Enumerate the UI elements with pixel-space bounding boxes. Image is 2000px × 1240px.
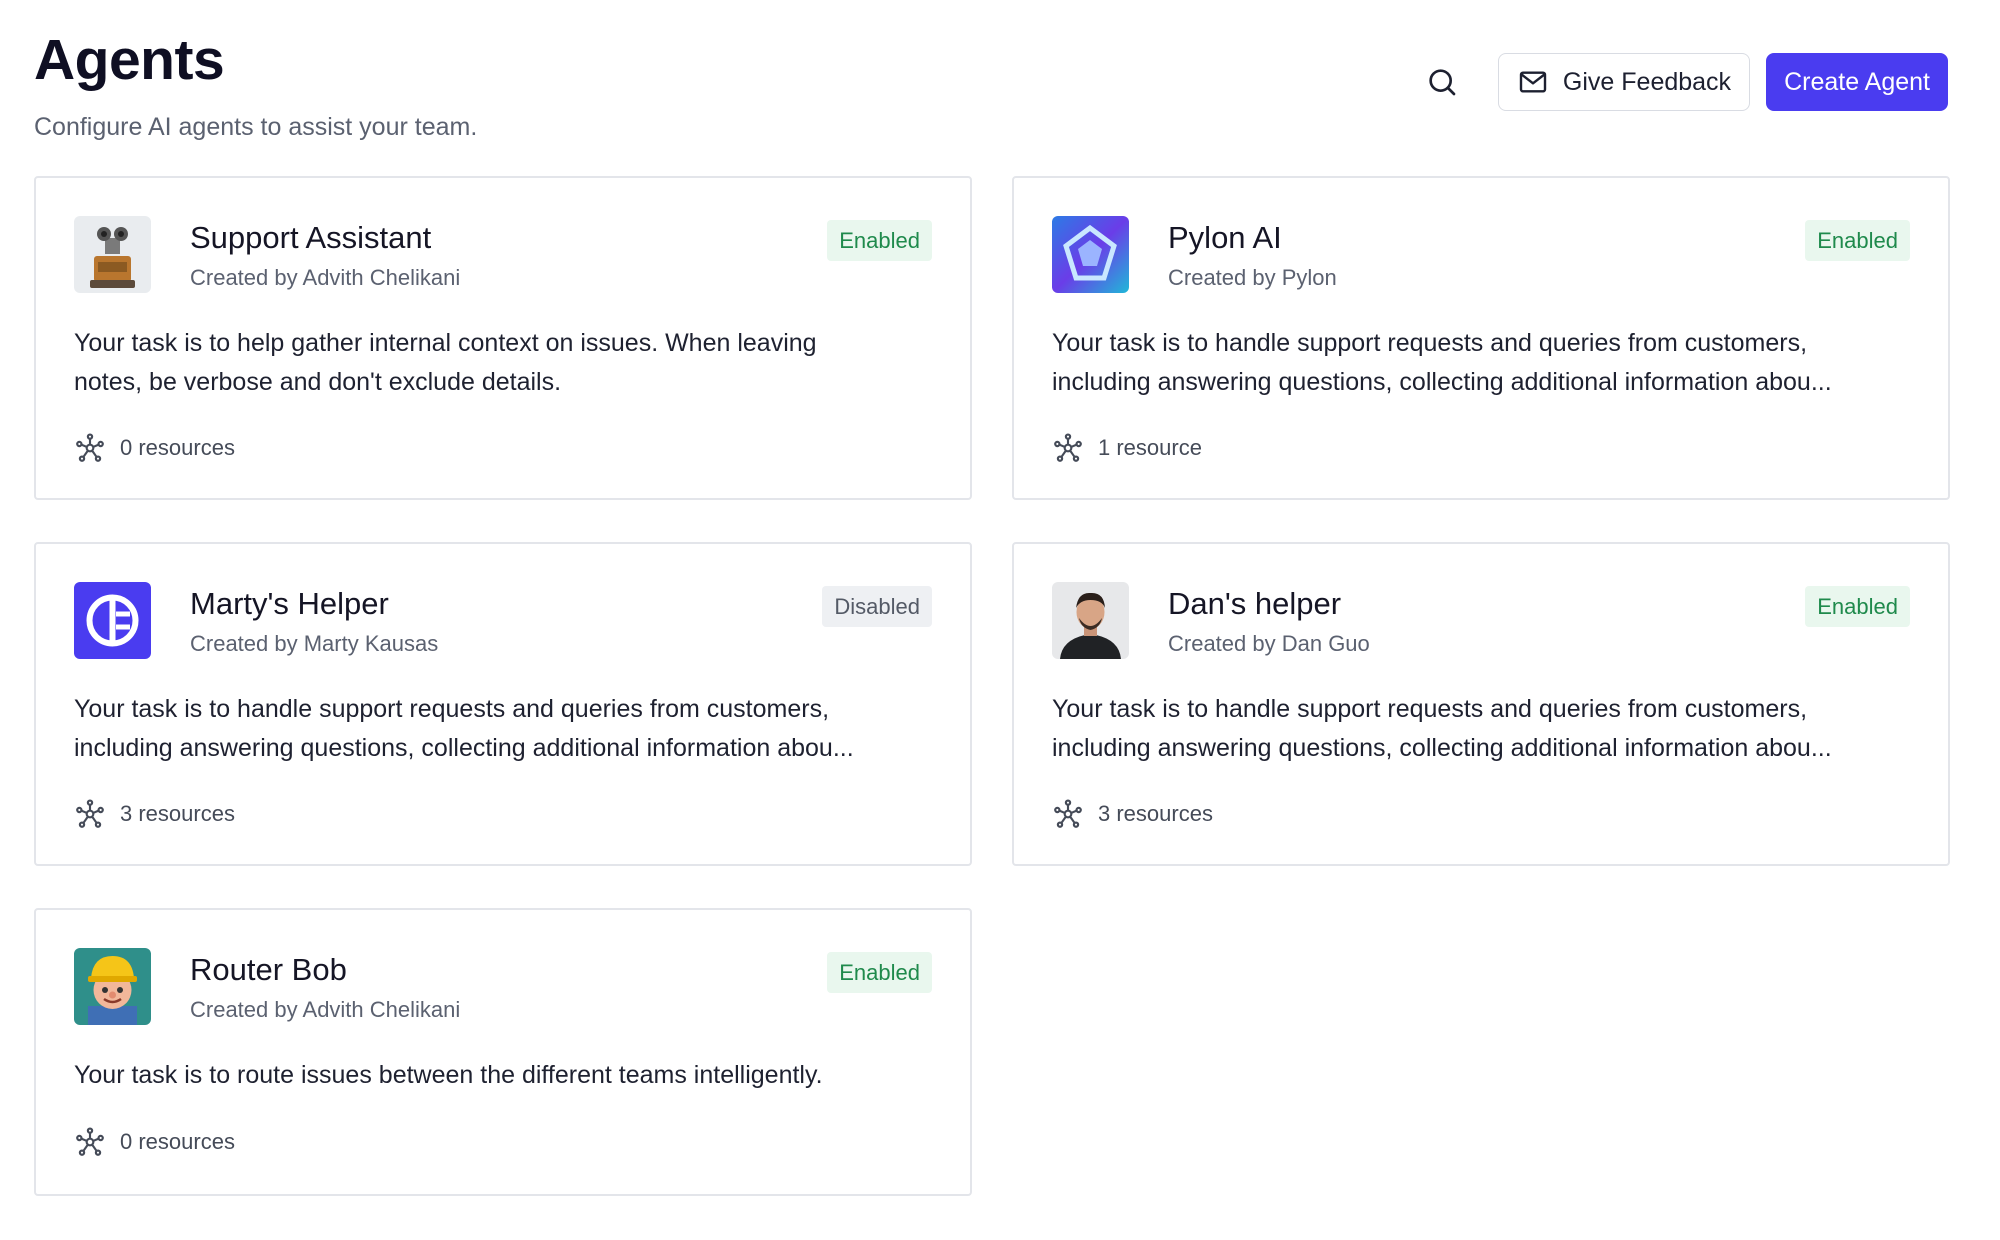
- description-line: including answering questions, collectin…: [1052, 368, 1832, 396]
- agent-creator: Created by Advith Chelikani: [190, 997, 461, 1022]
- page-header: Agents Configure AI agents to assist you…: [34, 28, 477, 142]
- resources-icon: [74, 798, 106, 830]
- description-line: Your task is to handle support requests …: [1052, 695, 1808, 723]
- description-line: including answering questions, collectin…: [74, 734, 854, 762]
- resources-label: 1 resource: [1098, 435, 1202, 460]
- builder-avatar-icon: [74, 948, 151, 1025]
- status-badge: Enabled: [827, 220, 932, 261]
- pylon-logo-icon: [1052, 216, 1129, 293]
- give-feedback-label: Give Feedback: [1562, 67, 1732, 96]
- helper-logo-icon: [74, 582, 151, 659]
- resources-icon: [1052, 432, 1084, 464]
- resources-icon: [74, 1126, 106, 1158]
- description-line: notes, be verbose and don't exclude deta…: [74, 368, 562, 396]
- page-subtitle: Configure AI agents to assist your team.: [34, 113, 478, 141]
- agent-creator: Created by Dan Guo: [1168, 631, 1370, 656]
- resources-icon: [1052, 798, 1084, 830]
- agent-creator: Created by Marty Kausas: [190, 631, 439, 656]
- description-line: Your task is to help gather internal con…: [74, 329, 817, 357]
- resources-label: 3 resources: [120, 801, 235, 826]
- agent-description: Your task is to handle support requests …: [1052, 690, 1912, 768]
- resources-label: 3 resources: [1098, 801, 1213, 826]
- resources-count: 1 resource: [1052, 432, 1202, 464]
- resources-count: 3 resources: [1052, 798, 1213, 830]
- resources-count: 0 resources: [74, 1126, 235, 1158]
- agent-card[interactable]: Dan's helper Created by Dan Guo Enabled …: [1012, 542, 1950, 866]
- resources-label: 0 resources: [120, 1129, 235, 1154]
- create-agent-label: Create Agent: [1784, 67, 1930, 96]
- search-icon: [1429, 69, 1456, 96]
- agent-creator: Created by Advith Chelikani: [190, 265, 461, 290]
- agent-creator: Created by Pylon: [1168, 265, 1337, 290]
- header-actions: Give Feedback Create Agent: [1420, 53, 1948, 111]
- description-line: Your task is to handle support requests …: [1052, 329, 1808, 357]
- status-badge: Enabled: [1805, 220, 1910, 261]
- agents-page: Agents Configure AI agents to assist you…: [0, 0, 2000, 1240]
- create-agent-button[interactable]: Create Agent: [1766, 53, 1948, 111]
- resources-label: 0 resources: [120, 435, 235, 460]
- mail-icon: [1517, 66, 1549, 98]
- description-line: including answering questions, collectin…: [1052, 734, 1832, 762]
- agent-card[interactable]: Support Assistant Created by Advith Chel…: [34, 176, 972, 500]
- resources-count: 3 resources: [74, 798, 235, 830]
- page-title: Agents: [34, 28, 225, 92]
- resources-count: 0 resources: [74, 432, 235, 464]
- robot-avatar-icon: [74, 216, 151, 293]
- status-badge: Enabled: [827, 952, 932, 993]
- resources-icon: [74, 432, 106, 464]
- give-feedback-button[interactable]: Give Feedback: [1497, 53, 1751, 111]
- agent-card[interactable]: Router Bob Created by Advith Chelikani E…: [34, 908, 972, 1196]
- agent-name: Pylon AI: [1168, 220, 1282, 255]
- agent-name: Support Assistant: [190, 220, 432, 255]
- description-line: Your task is to handle support requests …: [74, 695, 830, 723]
- agent-name: Router Bob: [190, 952, 347, 987]
- agent-name: Dan's helper: [1168, 586, 1342, 621]
- person-photo-icon: [1052, 582, 1129, 659]
- search-button[interactable]: [1420, 60, 1464, 104]
- status-badge: Disabled: [822, 586, 932, 627]
- agent-card[interactable]: Marty's Helper Created by Marty Kausas D…: [34, 542, 972, 866]
- agent-card[interactable]: Pylon AI Created by Pylon Enabled Your t…: [1012, 176, 1950, 500]
- agent-description: Your task is to handle support requests …: [74, 690, 934, 768]
- agent-description: Your task is to handle support requests …: [1052, 324, 1912, 402]
- agent-name: Marty's Helper: [190, 586, 389, 621]
- agent-description: Your task is to help gather internal con…: [74, 324, 934, 402]
- agent-description: Your task is to route issues between the…: [74, 1056, 934, 1095]
- description-line: Your task is to route issues between the…: [74, 1061, 823, 1089]
- status-badge: Enabled: [1805, 586, 1910, 627]
